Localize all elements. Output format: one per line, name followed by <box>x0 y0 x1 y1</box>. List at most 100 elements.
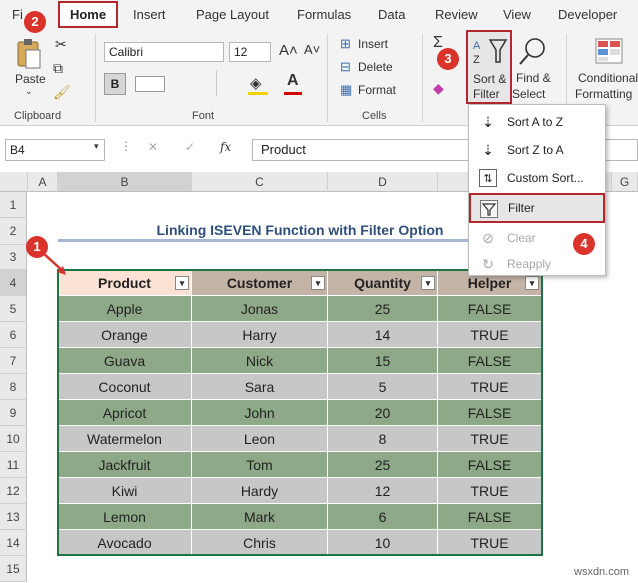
paste-button[interactable]: Paste <box>15 72 46 86</box>
custom-sort-icon: ⇅ <box>479 169 497 187</box>
step-marker-4: 4 <box>573 233 595 255</box>
fill-color-icon[interactable]: ◈ <box>250 74 262 92</box>
column-header-c[interactable]: C <box>192 172 328 192</box>
sort-z-to-a-icon: ⇣ <box>482 142 494 158</box>
menu-item-label: Sort Z to A <box>507 143 564 157</box>
paste-icon[interactable] <box>14 38 44 70</box>
conditional-formatting-label-2[interactable]: Formatting <box>575 87 632 101</box>
svg-text:Z: Z <box>473 54 480 66</box>
watermark: wsxdn.com <box>574 566 630 578</box>
column-header-d[interactable]: D <box>328 172 438 192</box>
menu-item-label: Custom Sort... <box>507 171 584 185</box>
clear-icon[interactable]: ◆ <box>433 80 444 97</box>
conditional-formatting-label-1[interactable]: Conditional <box>578 71 638 85</box>
menu-item-filter[interactable]: Filter <box>469 193 605 223</box>
enter-icon[interactable]: ✓ <box>185 140 195 154</box>
step-marker-2: 2 <box>24 11 46 33</box>
column-header-g[interactable]: G <box>612 172 638 192</box>
reapply-icon: ↻ <box>482 256 494 272</box>
sort-filter-label-1: Sort & <box>473 72 507 86</box>
menu-item-sort-z-to-a[interactable]: ⇣ Sort Z to A <box>469 137 605 163</box>
arrow-icon <box>42 252 66 275</box>
decrease-font-icon[interactable]: A˅ <box>304 42 320 57</box>
font-color-swatch <box>284 92 302 95</box>
sort-a-to-z-icon: ⇣ <box>482 114 494 130</box>
chevron-down-icon[interactable]: ⌄ <box>25 86 33 97</box>
cut-icon[interactable]: ✂ <box>55 36 67 53</box>
row-header-7[interactable]: 7 <box>0 348 27 374</box>
row-header-1[interactable]: 1 <box>0 192 27 218</box>
chevron-down-icon[interactable]: ▾ <box>94 141 99 152</box>
row-header-2[interactable]: 2 <box>0 218 27 245</box>
increase-font-icon[interactable]: A˄ <box>279 42 298 59</box>
tab-file[interactable]: Fi <box>12 7 23 22</box>
tab-developer[interactable]: Developer <box>558 7 617 22</box>
tab-home[interactable]: Home <box>58 1 118 28</box>
font-color-icon[interactable]: A <box>287 72 299 90</box>
insert-function-icon[interactable]: fx <box>220 140 231 154</box>
menu-item-label: Sort A to Z <box>507 115 564 129</box>
filter-icon <box>480 200 498 218</box>
tab-view[interactable]: View <box>503 7 531 22</box>
bold-button[interactable]: B <box>104 73 126 95</box>
row-header-13[interactable]: 13 <box>0 504 27 530</box>
copy-icon[interactable]: ⧉ <box>53 60 63 77</box>
sort-filter-label-2: Filter <box>473 87 500 101</box>
tab-page-layout[interactable]: Page Layout <box>196 7 269 22</box>
row-header-4[interactable]: 4 <box>0 270 27 296</box>
menu-item-label: Filter <box>508 201 535 215</box>
conditional-formatting-icon[interactable] <box>595 38 623 64</box>
format-cells-button[interactable]: Format <box>358 83 396 97</box>
row-header-6[interactable]: 6 <box>0 322 27 348</box>
svg-text:A: A <box>473 40 481 52</box>
sort-filter-icon: A Z <box>473 39 508 66</box>
row-header-12[interactable]: 12 <box>0 478 27 504</box>
format-painter-icon[interactable]: 🖌 <box>53 84 71 101</box>
find-select-label-1[interactable]: Find & <box>516 71 551 85</box>
tab-formulas[interactable]: Formulas <box>297 7 351 22</box>
tab-review[interactable]: Review <box>435 7 478 22</box>
name-box[interactable]: B4 <box>5 139 105 161</box>
delete-cells-icon: ⊟ <box>340 59 351 74</box>
clear-filter-icon: ⊘ <box>482 230 494 246</box>
more-icon: ⋮ <box>120 139 132 153</box>
insert-cells-button[interactable]: Insert <box>358 37 388 51</box>
cancel-icon[interactable]: ✕ <box>148 140 158 154</box>
delete-cells-button[interactable]: Delete <box>358 60 393 74</box>
group-divider <box>327 34 328 122</box>
menu-item-custom-sort[interactable]: ⇅ Custom Sort... <box>469 165 605 191</box>
borders-icon[interactable] <box>135 76 165 92</box>
select-all-corner[interactable] <box>0 172 28 192</box>
sort-filter-button[interactable]: A Z Sort & Filter <box>466 30 512 104</box>
row-header-5[interactable]: 5 <box>0 296 27 322</box>
cells-group-label: Cells <box>362 110 387 122</box>
row-header-15[interactable]: 15 <box>0 556 27 582</box>
step-marker-3: 3 <box>437 48 459 70</box>
group-divider <box>422 34 423 122</box>
format-cells-icon: ▦ <box>340 82 353 97</box>
find-select-icon[interactable] <box>517 36 549 68</box>
font-size-select[interactable]: 12 <box>229 42 271 62</box>
clipboard-group-label: Clipboard <box>14 110 62 122</box>
fill-color-swatch <box>248 92 268 95</box>
row-header-9[interactable]: 9 <box>0 400 27 426</box>
selection-range <box>57 269 543 556</box>
divider <box>216 70 217 96</box>
tab-insert[interactable]: Insert <box>133 7 166 22</box>
insert-cells-icon: ⊞ <box>340 36 351 51</box>
group-divider <box>95 34 96 122</box>
font-group-label: Font <box>192 110 215 122</box>
row-header-11[interactable]: 11 <box>0 452 27 478</box>
row-header-3[interactable]: 3 <box>0 245 27 270</box>
font-name-select[interactable]: Calibri <box>104 42 224 62</box>
row-header-8[interactable]: 8 <box>0 374 27 400</box>
row-header-10[interactable]: 10 <box>0 426 27 452</box>
row-header-14[interactable]: 14 <box>0 530 27 556</box>
column-header-a[interactable]: A <box>28 172 58 192</box>
menu-item-sort-a-to-z[interactable]: ⇣ Sort A to Z <box>469 109 605 135</box>
tab-data[interactable]: Data <box>378 7 405 22</box>
find-select-label-2[interactable]: Select <box>512 87 545 101</box>
column-header-b[interactable]: B <box>58 172 192 192</box>
menu-item-label: Clear <box>507 231 536 245</box>
ribbon-tab-bar: Fi Home Insert Page Layout Formulas Data… <box>0 0 638 28</box>
